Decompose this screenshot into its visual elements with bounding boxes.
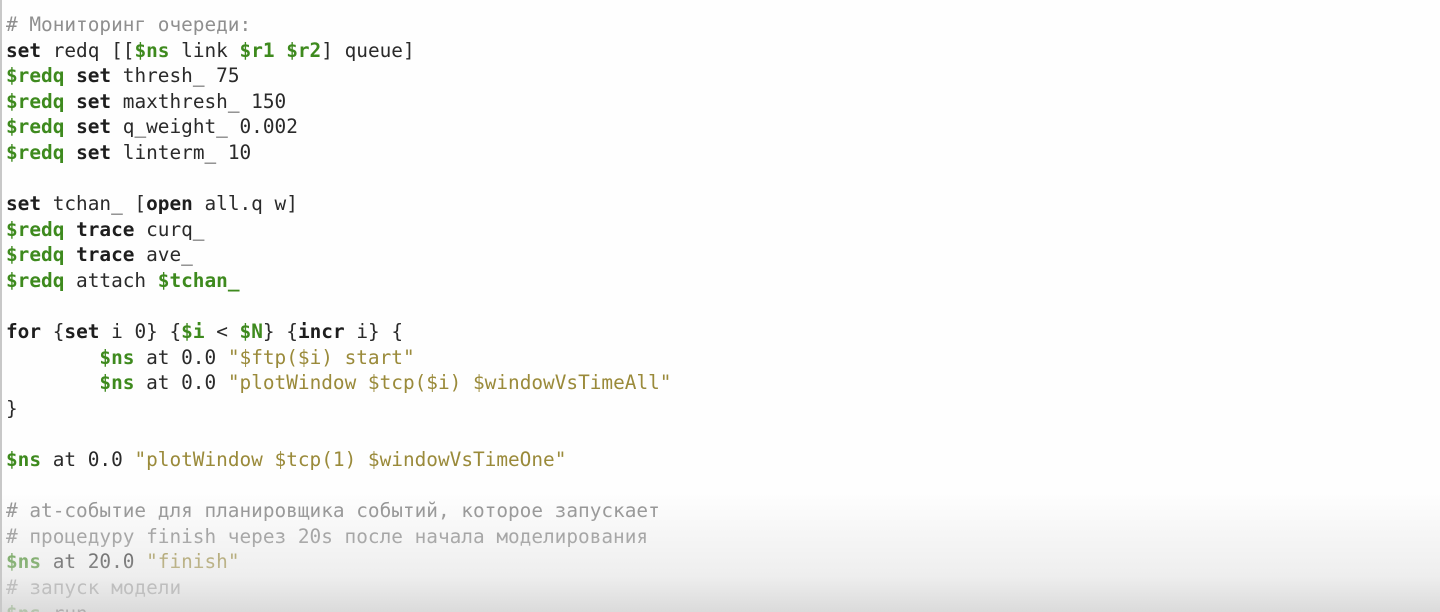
code-area[interactable]: # Мониторинг очереди: set redq [[$ns link… bbox=[6, 12, 671, 612]
text-token: attach bbox=[64, 268, 158, 292]
code-line[interactable]: for {set i 0} {$i < $N} {incr i} { bbox=[6, 319, 671, 345]
text-token: ave_ bbox=[134, 243, 193, 267]
code-line[interactable]: $ns at 0.0 "$ftp($i) start" bbox=[6, 345, 671, 371]
keyword-token: open bbox=[146, 192, 193, 216]
text-token: linterm_ 10 bbox=[111, 140, 252, 164]
code-line[interactable]: $ns at 0.0 "plotWindow $tcp($i) $windowV… bbox=[6, 370, 671, 396]
variable-token: $i bbox=[181, 320, 205, 344]
keyword-token: set bbox=[76, 140, 112, 164]
text-token: maxthresh_ 150 bbox=[111, 89, 287, 113]
text-token: i 0} { bbox=[99, 320, 182, 344]
comment-token: # процедуру finish через 20s после начал… bbox=[6, 524, 649, 548]
code-line[interactable]: # Мониторинг очереди: bbox=[6, 12, 671, 38]
text-token: at 20.0 bbox=[41, 550, 147, 574]
code-editor[interactable]: # Мониторинг очереди: set redq [[$ns link… bbox=[0, 0, 1440, 612]
text-token: { bbox=[41, 320, 65, 344]
code-line[interactable]: set tchan_ [open all.q w] bbox=[6, 191, 671, 217]
text-token: curq_ bbox=[134, 217, 205, 241]
code-line[interactable] bbox=[6, 422, 671, 448]
text-token: all.q w] bbox=[192, 192, 298, 216]
variable-token: $ns bbox=[6, 448, 42, 472]
keyword-token: trace bbox=[76, 243, 135, 267]
text-token: at 0.0 bbox=[41, 448, 135, 472]
keyword-token: set bbox=[76, 89, 112, 113]
keyword-token: set bbox=[6, 192, 42, 216]
keyword-token: for bbox=[6, 320, 42, 344]
code-line[interactable]: # запуск модели bbox=[6, 575, 671, 601]
code-line[interactable]: # at-событие для планировщика событий, к… bbox=[6, 498, 671, 524]
code-line[interactable]: } bbox=[6, 396, 671, 422]
text-token: } bbox=[6, 396, 18, 420]
variable-token: $redq bbox=[6, 268, 65, 292]
text-token: < bbox=[204, 320, 240, 344]
keyword-token: set bbox=[6, 38, 42, 62]
code-line[interactable] bbox=[6, 294, 671, 320]
text-token: ] queue] bbox=[321, 38, 415, 62]
comment-token: # at-событие для планировщика событий, к… bbox=[6, 499, 660, 523]
keyword-token: set bbox=[76, 115, 112, 139]
code-line[interactable]: $redq set thresh_ 75 bbox=[6, 63, 671, 89]
variable-token: $N bbox=[239, 320, 263, 344]
string-token: "finish" bbox=[146, 550, 240, 574]
text-token: } { bbox=[262, 320, 298, 344]
text-token: thresh_ 75 bbox=[111, 64, 240, 88]
text-token: at 0.0 bbox=[134, 345, 228, 369]
variable-token: $r1 $r2 bbox=[239, 38, 322, 62]
code-line[interactable]: $ns run bbox=[6, 601, 671, 612]
keyword-token: set bbox=[64, 320, 100, 344]
code-line[interactable]: $redq attach $tchan_ bbox=[6, 268, 671, 294]
keyword-token: set bbox=[76, 64, 112, 88]
text-token: run bbox=[41, 602, 88, 612]
code-line[interactable]: $redq set q_weight_ 0.002 bbox=[6, 114, 671, 140]
variable-token: $ns bbox=[99, 345, 135, 369]
code-line[interactable]: $redq set maxthresh_ 150 bbox=[6, 89, 671, 115]
variable-token: $redq bbox=[6, 217, 65, 241]
code-line[interactable]: $ns at 0.0 "plotWindow $tcp(1) $windowVs… bbox=[6, 447, 671, 473]
variable-token: $ns bbox=[6, 550, 42, 574]
variable-token: $tchan_ bbox=[157, 268, 240, 292]
text-token: at 0.0 bbox=[134, 371, 228, 395]
keyword-token: trace bbox=[76, 217, 135, 241]
code-line[interactable]: $redq set linterm_ 10 bbox=[6, 140, 671, 166]
text-token: i} { bbox=[344, 320, 404, 344]
text-token: q_weight_ 0.002 bbox=[111, 115, 298, 139]
code-line[interactable]: $redq trace curq_ bbox=[6, 217, 671, 243]
variable-token: $redq bbox=[6, 243, 65, 267]
code-line[interactable]: set redq [[$ns link $r1 $r2] queue] bbox=[6, 38, 671, 64]
code-line[interactable] bbox=[6, 166, 671, 192]
comment-token: # запуск модели bbox=[6, 576, 182, 600]
code-line[interactable] bbox=[6, 473, 671, 499]
text-token: tchan_ [ bbox=[41, 192, 147, 216]
variable-token: $ns bbox=[134, 38, 170, 62]
string-token: "plotWindow $tcp($i) $windowVsTimeAll" bbox=[227, 371, 672, 395]
keyword-token: incr bbox=[297, 320, 345, 344]
string-token: "$ftp($i) start" bbox=[227, 345, 415, 369]
variable-token: $redq bbox=[6, 115, 65, 139]
variable-token: $redq bbox=[6, 140, 65, 164]
comment-token: # Мониторинг очереди: bbox=[6, 13, 252, 36]
variable-token: $ns bbox=[6, 602, 41, 612]
code-line[interactable]: $redq trace ave_ bbox=[6, 242, 671, 268]
code-line[interactable]: # процедуру finish через 20s после начал… bbox=[6, 524, 671, 550]
text-token: redq [[ bbox=[41, 38, 135, 62]
variable-token: $redq bbox=[6, 89, 65, 113]
code-line[interactable]: $ns at 20.0 "finish" bbox=[6, 549, 671, 575]
variable-token: $redq bbox=[6, 64, 65, 88]
text-token: link bbox=[169, 38, 240, 62]
string-token: "plotWindow $tcp(1) $windowVsTimeOne" bbox=[134, 448, 567, 472]
variable-token: $ns bbox=[99, 371, 135, 395]
